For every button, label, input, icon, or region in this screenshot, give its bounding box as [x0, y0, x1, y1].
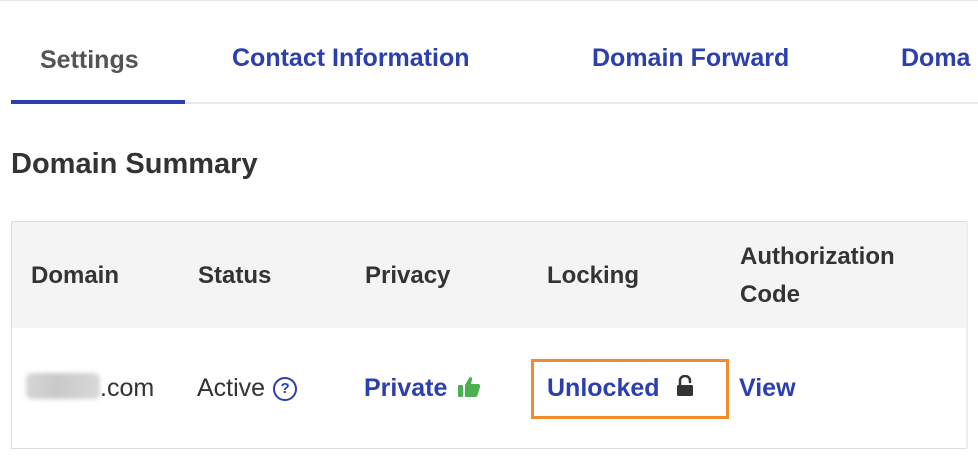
domain-suffix: .com: [100, 374, 155, 402]
header-status: Status: [198, 262, 272, 289]
domain-settings-page: Settings Contact Information Domain Forw…: [0, 0, 978, 462]
tab-domain-forward[interactable]: Domain Forward: [592, 44, 789, 73]
section-title: Domain Summary: [11, 148, 258, 180]
header-privacy: Privacy: [365, 262, 451, 289]
privacy-link[interactable]: Private: [364, 373, 481, 405]
header-authorization-code: Authorization Code: [740, 243, 895, 308]
locking-value: Unlocked: [547, 374, 660, 402]
header-domain: Domain: [31, 262, 120, 289]
help-icon[interactable]: ?: [273, 377, 298, 401]
status-cell: Active?: [197, 373, 298, 403]
table-header-row: Domain Status Privacy Locking Authorizat…: [11, 221, 967, 329]
active-tab-indicator: [11, 100, 185, 104]
table-row: [11, 328, 967, 449]
unlocked-padlock-icon: [676, 374, 694, 404]
tab-bar: [11, 0, 978, 104]
authorization-code-view-link[interactable]: View: [739, 373, 796, 403]
domain-summary-table: Domain Status Privacy Locking Authorizat…: [11, 221, 978, 449]
redacted-domain-name: [26, 373, 100, 399]
privacy-value: Private: [364, 374, 448, 402]
tab-settings[interactable]: Settings: [40, 46, 139, 75]
tab-contact-information[interactable]: Contact Information: [232, 44, 470, 73]
locking-link[interactable]: Unlocked: [547, 373, 694, 404]
status-value: Active: [197, 374, 266, 402]
tab-domain-truncated[interactable]: Doma: [901, 44, 970, 73]
thumbs-up-icon: [457, 375, 481, 405]
table-right-edge: [966, 221, 968, 449]
header-locking: Locking: [547, 262, 640, 289]
